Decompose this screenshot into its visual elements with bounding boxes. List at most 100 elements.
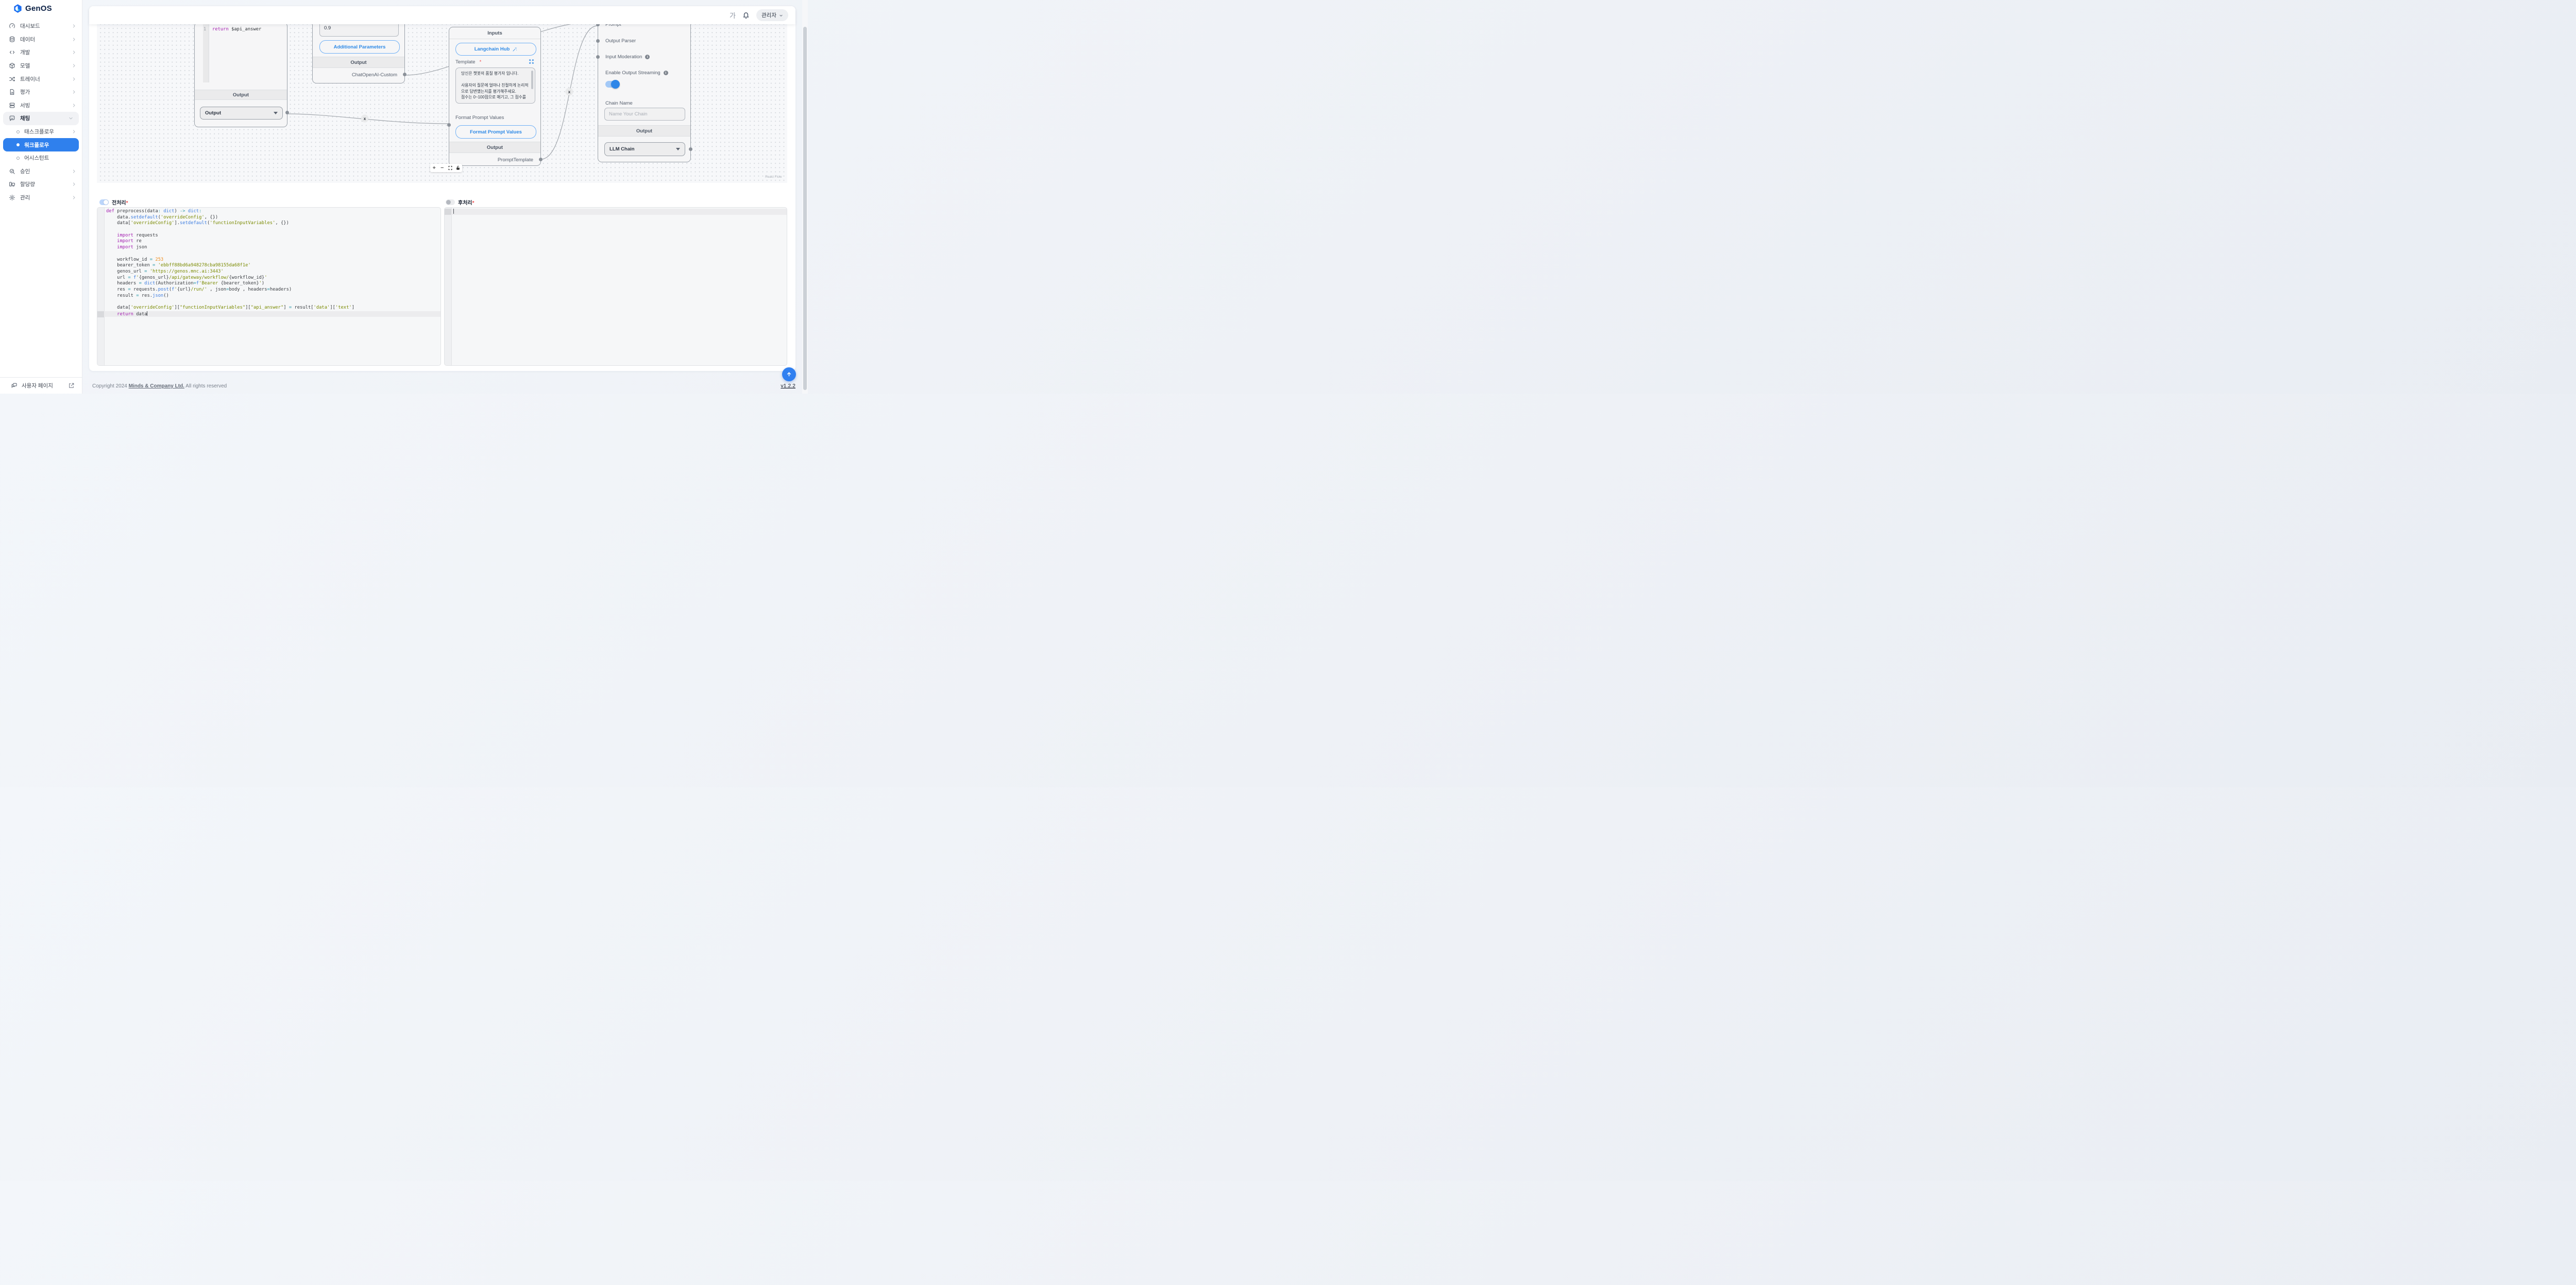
chain-name-input[interactable] (604, 108, 685, 121)
temperature-input[interactable] (319, 24, 399, 37)
info-icon[interactable]: i (645, 55, 650, 59)
chevron-right-icon (72, 129, 77, 134)
active-line-gutter-marker (97, 311, 104, 317)
sidebar-item-serving[interactable]: 서빙 (0, 99, 82, 112)
postprocess-code-editor[interactable] (444, 207, 787, 366)
notifications-bell-icon[interactable] (742, 11, 750, 19)
output-name: ChatOpenAI-Custom (352, 72, 397, 78)
sidebar-item-label: 승인 (20, 167, 67, 175)
bullet-icon (16, 157, 20, 160)
server-icon (8, 102, 15, 109)
sidebar-item-quota[interactable]: 할당량 (0, 178, 82, 191)
zoom-out-button[interactable]: − (438, 164, 447, 172)
edge-delete-button[interactable]: x (361, 115, 368, 122)
node-code-editor[interactable]: return $api_answer (212, 27, 261, 32)
sidebar-item-data[interactable]: 데이터 (0, 33, 82, 46)
prompt-input-handle[interactable] (596, 24, 600, 26)
node-prompt-template[interactable]: Inputs Langchain Hub Template* 당신은 챗봇의 품… (449, 27, 541, 166)
format-prompt-values-button[interactable]: Format Prompt Values (455, 125, 536, 139)
additional-parameters-button[interactable]: Additional Parameters (319, 40, 400, 54)
preprocess-label: 전처리* (112, 198, 128, 206)
arrow-up-icon (786, 371, 792, 378)
brand-logo[interactable]: GenOS (13, 4, 52, 13)
chevron-down-icon (779, 13, 783, 18)
sidebar-item-trainer[interactable]: 트레이너 (0, 72, 82, 86)
font-size-button[interactable]: 가 (730, 10, 736, 20)
output-handle[interactable] (403, 73, 406, 76)
sidebar-item-workflow[interactable]: 워크플로우 (3, 138, 79, 151)
expand-template-icon[interactable] (529, 59, 534, 64)
workflow-canvas[interactable]: x x 1 return $api_answer Output Output A… (97, 24, 787, 183)
sidebar-item-develop[interactable]: 개발 (0, 46, 82, 59)
output-handle[interactable] (285, 111, 289, 114)
active-line-gutter-marker (445, 209, 451, 215)
gear-icon (8, 194, 15, 201)
template-textarea[interactable]: 당신은 챗봇의 품질 평가자 입니다. 사용자의 질문에 얼마나 친절하게 논리… (455, 67, 535, 104)
output-streaming-toggle[interactable] (605, 81, 619, 88)
node-llm-chain[interactable]: Prompt Output Parser Input Moderation i … (598, 24, 691, 162)
sidebar-item-dashboard[interactable]: 대시보드 (0, 20, 82, 33)
sidebar-item-label: 대시보드 (20, 22, 67, 30)
sidebar-item-label: 개발 (20, 48, 67, 56)
postprocess-toggle[interactable] (446, 199, 455, 205)
chat-pages-icon (10, 382, 18, 390)
chevron-down-icon (69, 116, 74, 121)
reactflow-attribution[interactable]: React Flow (765, 175, 782, 179)
output-parser-input-handle[interactable] (596, 39, 600, 43)
preprocess-toggle-row: 전처리* (99, 198, 128, 206)
version-link[interactable]: v1.2.2 (781, 383, 795, 389)
preprocess-code-editor[interactable]: def preprocess(data: dict) -> dict: data… (97, 207, 441, 366)
input-moderation-handle[interactable] (596, 55, 600, 59)
brand-name: GenOS (25, 4, 52, 13)
chevron-right-icon (72, 168, 77, 174)
editor-gutter (97, 208, 105, 365)
company-link[interactable]: Minds & Company Ltd. (129, 383, 184, 389)
zoom-in-button[interactable]: + (430, 164, 438, 172)
output-select[interactable]: Output (200, 107, 283, 120)
sidebar-item-chat[interactable]: 채팅 (3, 112, 79, 125)
langchain-hub-button[interactable]: Langchain Hub (455, 43, 536, 56)
sidebar-item-label: 모델 (20, 62, 67, 70)
chevron-down-icon (676, 148, 680, 150)
chevron-right-icon (72, 103, 77, 108)
output-section-header: Output (313, 57, 404, 68)
output-section-header: Output (195, 90, 287, 100)
sidebar-item-evaluation[interactable]: 평가 (0, 86, 82, 99)
code-line: data['overrideConfig']["functionInputVar… (104, 305, 440, 311)
code-line: url = f'{genos_url}/api/gateway/workflow… (104, 275, 440, 281)
sidebar-item-admin[interactable]: 관리 (0, 191, 82, 205)
chevron-right-icon (72, 90, 77, 95)
output-section-header: Output (449, 142, 540, 153)
scroll-to-top-button[interactable] (782, 367, 796, 381)
template-text: 당신은 챗봇의 품질 평가자 입니다. 사용자의 질문에 얼마나 친절하게 논리… (461, 71, 530, 100)
info-icon[interactable]: i (664, 71, 668, 75)
code-line (104, 251, 440, 257)
preprocess-toggle[interactable] (99, 199, 109, 205)
chain-type-select[interactable]: LLM Chain (604, 142, 685, 156)
node-custom-function[interactable]: 1 return $api_answer Output Output (194, 24, 287, 127)
code-line: def preprocess(data: dict) -> dict: (104, 209, 440, 215)
output-handle[interactable] (539, 158, 543, 161)
lock-button[interactable] (454, 164, 463, 172)
user-page-link[interactable]: 사용자 페이지 (0, 377, 82, 394)
sidebar-item-model[interactable]: 모델 (0, 59, 82, 73)
user-page-label: 사용자 페이지 (22, 382, 63, 390)
user-menu[interactable]: 관리자 (756, 9, 788, 21)
node-chat-openai[interactable]: Additional Parameters Output ChatOpenAI-… (312, 24, 405, 83)
sidebar-item-assistant[interactable]: 어시스턴트 (0, 151, 82, 165)
sidebar-item-label: 할당량 (20, 180, 67, 188)
output-handle[interactable] (689, 147, 692, 151)
textarea-scrollbar[interactable] (531, 71, 533, 89)
gauge-icon (8, 23, 15, 30)
sidebar-item-label: 데이터 (20, 36, 67, 43)
prompt-input-label: Prompt (605, 24, 621, 27)
text-cursor (453, 209, 454, 214)
file-chart-icon (8, 89, 15, 96)
devices-icon (8, 181, 15, 188)
page-scrollbar-thumb[interactable] (803, 27, 807, 390)
input-handle[interactable] (447, 123, 451, 127)
edge-delete-button[interactable]: x (566, 88, 573, 95)
fit-view-button[interactable] (446, 164, 454, 172)
sidebar-item-taskflow[interactable]: 태스크플로우 (0, 125, 82, 139)
sidebar-item-approval[interactable]: 승인 (0, 165, 82, 178)
